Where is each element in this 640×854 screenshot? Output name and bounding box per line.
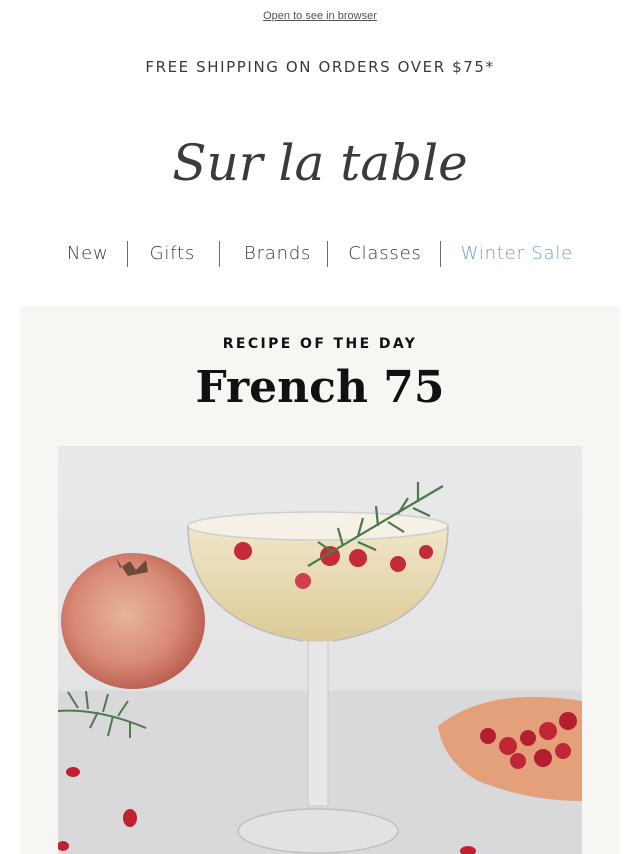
cocktail-hero-image[interactable] (58, 446, 582, 854)
nav-item-winter-sale[interactable]: Winter Sale (461, 240, 573, 268)
nav-item-classes[interactable]: Classes (348, 240, 421, 268)
recipe-title[interactable]: French 75 (20, 362, 620, 413)
nav-item-gifts[interactable]: Gifts (150, 240, 195, 268)
pomegranate-image (61, 553, 205, 689)
nav-item-brands[interactable]: Brands (244, 240, 311, 268)
free-shipping-banner[interactable]: FREE SHIPPING ON ORDERS OVER $75* (0, 58, 640, 76)
nav-divider (219, 241, 220, 267)
recipe-card: RECIPE OF THE DAY French 75 (20, 306, 620, 854)
open-in-browser-link[interactable]: Open to see in browser (0, 10, 640, 22)
nav-divider (126, 241, 128, 267)
nav-item-new[interactable]: New (67, 240, 109, 268)
brand-logo[interactable]: Sur la table (0, 128, 640, 198)
nav-divider (439, 241, 441, 267)
nav-divider (327, 241, 329, 267)
main-nav: New Gifts Brands Classes Winter Sale (0, 240, 640, 268)
recipe-kicker: RECIPE OF THE DAY (222, 336, 418, 352)
